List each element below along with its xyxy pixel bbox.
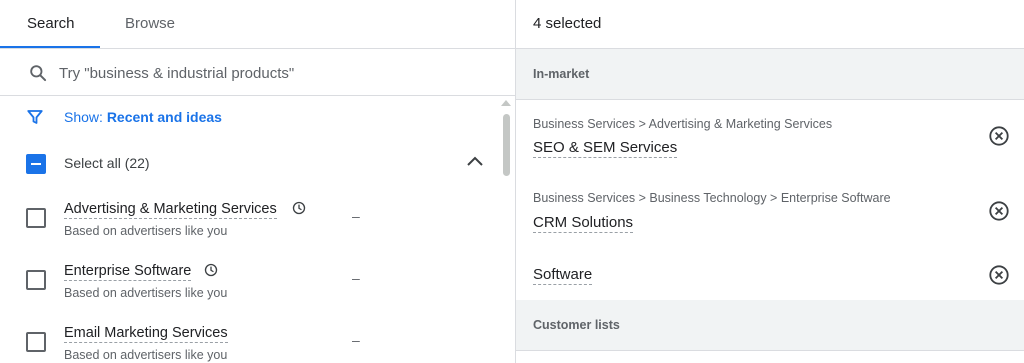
filter-label: Show: Recent and ideas: [64, 109, 222, 125]
item-subtitle: Based on advertisers like you: [64, 286, 228, 300]
item-metric: –: [352, 270, 360, 286]
audience-picker-panel: Search Browse Show: Recent and ideas Sel…: [0, 0, 515, 363]
selected-item: Business Services > Advertising & Market…: [516, 100, 1024, 174]
selected-item-name[interactable]: CRM Solutions: [533, 214, 634, 233]
remove-circle-icon[interactable]: [988, 264, 1010, 286]
item-subtitle: Based on advertisers like you: [64, 348, 228, 362]
select-all-row: Select all (22): [0, 148, 490, 178]
scroll-up-arrow[interactable]: [501, 100, 511, 106]
list-item: Advertising & Marketing Services Based o…: [0, 196, 490, 252]
item-title[interactable]: Enterprise Software: [64, 262, 192, 281]
active-tab-indicator: [0, 46, 100, 48]
tab-bar: Search Browse: [0, 0, 515, 49]
selected-panel: 4 selected In-market Business Services >…: [516, 0, 1024, 363]
item-title[interactable]: Advertising & Marketing Services: [64, 200, 277, 219]
filter-prefix: Show:: [64, 109, 107, 125]
clock-icon: [292, 201, 306, 215]
section-header-customer-lists: Customer lists: [516, 300, 1024, 351]
item-checkbox[interactable]: [26, 270, 46, 290]
chevron-up-icon[interactable]: [466, 155, 484, 167]
filter-toggle[interactable]: Show: Recent and ideas: [0, 104, 490, 132]
selected-item-path: Business Services > Business Technology …: [533, 191, 891, 205]
selected-header: 4 selected: [516, 0, 1024, 49]
search-input[interactable]: [59, 61, 479, 85]
item-subtitle: Based on advertisers like you: [64, 224, 228, 238]
item-title[interactable]: Email Marketing Services: [64, 324, 228, 343]
select-all-label: Select all (22): [64, 155, 150, 171]
filter-icon: [27, 110, 43, 124]
filter-value: Recent and ideas: [106, 109, 222, 125]
clock-icon: [204, 263, 218, 277]
section-title: In-market: [533, 67, 590, 81]
selected-item-name[interactable]: Software: [533, 266, 593, 285]
selected-item: Software: [516, 248, 1024, 300]
section-header-in-market: In-market: [516, 49, 1024, 100]
search-bar: [0, 49, 515, 96]
item-checkbox[interactable]: [26, 208, 46, 228]
scrollbar-thumb[interactable]: [503, 114, 510, 176]
select-all-checkbox[interactable]: [26, 154, 46, 174]
results-list: Show: Recent and ideas Select all (22) A…: [0, 96, 515, 363]
item-checkbox[interactable]: [26, 332, 46, 352]
selected-item: Business Services > Business Technology …: [516, 174, 1024, 248]
search-icon: [30, 65, 47, 82]
remove-circle-icon[interactable]: [988, 200, 1010, 222]
selected-item-path: Business Services > Advertising & Market…: [533, 117, 833, 131]
tab-browse[interactable]: Browse: [125, 0, 175, 48]
tab-search[interactable]: Search: [27, 0, 75, 48]
item-metric: –: [352, 208, 360, 224]
item-metric: –: [352, 332, 360, 348]
list-item: Enterprise Software Based on advertisers…: [0, 258, 490, 314]
section-title: Customer lists: [533, 318, 620, 332]
remove-circle-icon[interactable]: [988, 125, 1010, 147]
selected-item-name[interactable]: SEO & SEM Services: [533, 139, 678, 158]
list-item: Email Marketing Services Based on advert…: [0, 320, 490, 363]
selected-count: 4 selected: [533, 15, 602, 32]
